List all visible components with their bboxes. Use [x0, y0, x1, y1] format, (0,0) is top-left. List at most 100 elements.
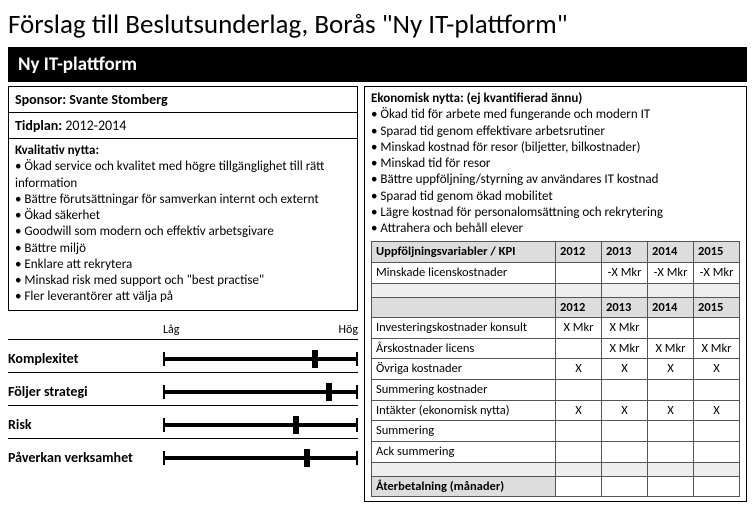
table-header: 2015: [694, 297, 740, 318]
table-cell: [372, 283, 556, 297]
slider-thumb[interactable]: [326, 383, 332, 401]
list-item: Minskad kostnad för resor (biljetter, bi…: [371, 140, 740, 156]
list-item: Ökad tid för arbete med fungerande och m…: [371, 107, 740, 123]
kvalitativ-box: Kvalitativ nytta: Ökad service och kvali…: [8, 138, 358, 311]
table-cell: X: [694, 400, 740, 421]
table-cell: [694, 476, 740, 497]
slider-row: Komplexitet: [8, 339, 358, 372]
data-table: Uppföljningsvariabler / KPI2012201320142…: [371, 241, 740, 497]
list-item: Goodwill som modern och effektiv arbetsg…: [15, 224, 351, 240]
table-cell: [694, 421, 740, 442]
table-cell: [602, 462, 648, 476]
slider-row: Följer strategi: [8, 372, 358, 405]
table-header: 2014: [648, 242, 694, 263]
table-cell: [694, 380, 740, 401]
slider-thumb[interactable]: [312, 350, 318, 368]
list-item: Sparad tid genom ökad mobilitet: [371, 189, 740, 205]
table-cell: X Mkr: [602, 338, 648, 359]
list-item: Bättre miljö: [15, 241, 351, 257]
table-cell: [648, 441, 694, 462]
table-header: 2012: [556, 242, 602, 263]
table-cell: [694, 318, 740, 339]
table-header: 2015: [694, 242, 740, 263]
table-header: 2013: [602, 242, 648, 263]
slider-label: Risk: [8, 416, 163, 433]
sponsor-label: Sponsor:: [15, 91, 66, 108]
table-row: Intäkter (ekonomisk nytta)XXXX: [372, 400, 740, 421]
table-row: Summering kostnader: [372, 380, 740, 401]
table-header: Uppföljningsvariabler / KPI: [372, 242, 556, 263]
table-row: Ack summering: [372, 441, 740, 462]
table-cell: [602, 476, 648, 497]
table-cell: X: [602, 400, 648, 421]
header-bar: Ny IT-plattform: [8, 47, 747, 82]
table-cell: [648, 421, 694, 442]
table-cell: X: [648, 359, 694, 380]
slider-thumb[interactable]: [293, 416, 299, 434]
table-cell: [648, 476, 694, 497]
ekonomisk-box: Ekonomisk nytta: (ej kvantifierad ännu) …: [364, 86, 747, 502]
table-cell: [556, 476, 602, 497]
table-header: 2012: [556, 297, 602, 318]
slider-label: Komplexitet: [8, 350, 163, 367]
table-cell: Ack summering: [372, 441, 556, 462]
table-cell: [556, 441, 602, 462]
table-cell: [556, 338, 602, 359]
table-cell: -X Mkr: [648, 262, 694, 283]
tidplan-box: Tidplan: 2012-2014: [8, 112, 358, 138]
table-header: 2014: [648, 297, 694, 318]
table-cell: Intäkter (ekonomisk nytta): [372, 400, 556, 421]
slider-track[interactable]: [163, 416, 358, 434]
table-cell: [602, 421, 648, 442]
table-cell: Summering: [372, 421, 556, 442]
payback-label: Återbetalning (månader): [372, 476, 556, 497]
list-item: Attrahera och behåll elever: [371, 221, 740, 237]
list-item: Sparad tid genom effektivare arbetsrutin…: [371, 124, 740, 140]
list-item: Bättre förutsättningar för samverkan int…: [15, 192, 351, 208]
sliders-panel: Låg Hög KomplexitetFöljer strategiRiskPå…: [8, 323, 358, 471]
table-cell: Investeringskostnader konsult: [372, 318, 556, 339]
slider-track[interactable]: [163, 350, 358, 368]
slider-row: Påverkan verksamhet: [8, 438, 358, 471]
table-cell: [372, 462, 556, 476]
slider-track[interactable]: [163, 449, 358, 467]
table-cell: [648, 462, 694, 476]
tidplan-label: Tidplan:: [15, 117, 62, 134]
table-row: Årskostnader licensX MkrX MkrX Mkr: [372, 338, 740, 359]
table-cell: Summering kostnader: [372, 380, 556, 401]
table-cell: [602, 441, 648, 462]
list-item: Minskad risk med support och "best pract…: [15, 273, 351, 289]
table-cell: -X Mkr: [694, 262, 740, 283]
kvalitativ-heading: Kvalitativ nytta:: [15, 143, 351, 159]
table-cell: [556, 462, 602, 476]
page-title: Förslag till Beslutsunderlag, Borås "Ny …: [8, 8, 747, 41]
slider-label: Följer strategi: [8, 383, 163, 400]
table-cell: Övriga kostnader: [372, 359, 556, 380]
table-cell: X Mkr: [694, 338, 740, 359]
ekonomisk-list: Ökad tid för arbete med fungerande och m…: [371, 107, 740, 237]
list-item: Minskad tid för resor: [371, 156, 740, 172]
table-cell: [556, 262, 602, 283]
slider-thumb[interactable]: [304, 449, 310, 467]
table-cell: -X Mkr: [602, 262, 648, 283]
table-cell: [602, 380, 648, 401]
list-item: Lägre kostnad för personalomsättning och…: [371, 205, 740, 221]
table-cell: X: [556, 400, 602, 421]
table-cell: Minskade licenskostnader: [372, 262, 556, 283]
table-cell: Årskostnader licens: [372, 338, 556, 359]
slider-label: Påverkan verksamhet: [8, 449, 163, 466]
sponsor-box: Sponsor: Svante Stomberg: [8, 86, 358, 112]
slider-track[interactable]: [163, 383, 358, 401]
list-item: Enklare att rekrytera: [15, 257, 351, 273]
table-cell: X Mkr: [648, 338, 694, 359]
table-cell: X Mkr: [602, 318, 648, 339]
table-cell: [694, 283, 740, 297]
kvalitativ-list: Ökad service och kvalitet med högre till…: [15, 159, 351, 305]
table-cell: [556, 421, 602, 442]
list-item: Ökad säkerhet: [15, 208, 351, 224]
table-cell: X: [694, 359, 740, 380]
table-cell: [602, 283, 648, 297]
table-cell: X Mkr: [556, 318, 602, 339]
table-cell: X: [556, 359, 602, 380]
table-cell: [694, 441, 740, 462]
